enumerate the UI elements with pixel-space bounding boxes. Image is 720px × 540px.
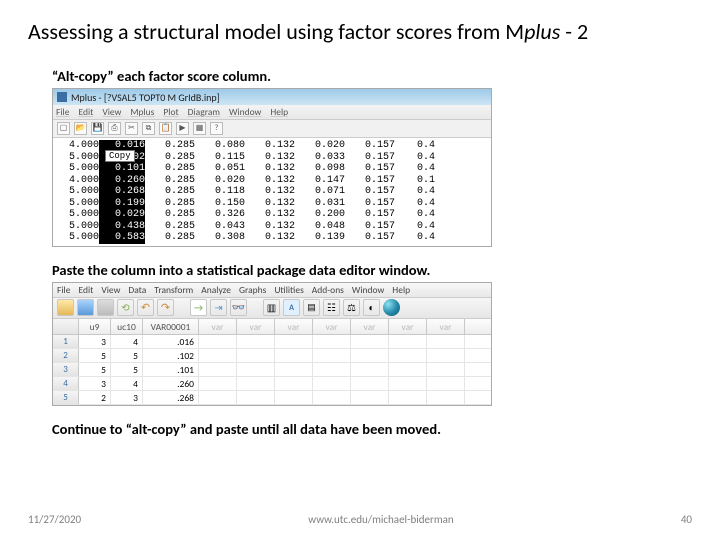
find-icon[interactable]: 👓 (230, 299, 247, 316)
slide-footer: 11/27/2020 www.utc.edu/michael-biderman … (0, 513, 720, 526)
save-icon[interactable] (77, 299, 94, 316)
undo-icon[interactable]: ↶ (137, 299, 154, 316)
spss-data-row[interactable]: 434.260 (53, 377, 491, 391)
paste-icon[interactable]: 📋 (159, 122, 172, 135)
mplus-menubar[interactable]: FileEdit ViewMplus PlotDiagram WindowHel… (53, 105, 491, 120)
new-icon[interactable]: ▢ (57, 122, 70, 135)
mplus-toolbar: ▢ 📂 💾 ⎙ ✂ ⧉ 📋 ▶ ▦ ? (53, 120, 491, 138)
save-icon[interactable]: 💾 (91, 122, 104, 135)
copy-icon[interactable]: ⧉ (142, 122, 155, 135)
print-icon[interactable]: ⎙ (108, 122, 121, 135)
spss-data-grid[interactable]: u9 uc10 VAR00001 var var var var var var… (53, 319, 491, 405)
value-labels-icon[interactable]: ▤ (303, 299, 320, 316)
spss-data-row[interactable]: 355.101 (53, 363, 491, 377)
recall-icon[interactable]: ⟲ (117, 299, 134, 316)
chart-icon[interactable]: ▦ (193, 122, 206, 135)
mplus-data-row[interactable]: 4.0000.2600.2850.0200.1320.1470.1570.1 (59, 175, 491, 187)
select-icon[interactable]: ◐ (363, 299, 380, 316)
run-icon[interactable]: ▶ (176, 122, 189, 135)
spss-data-row[interactable]: 523.268 (53, 391, 491, 405)
open-icon[interactable] (57, 299, 74, 316)
cut-icon[interactable]: ✂ (125, 122, 138, 135)
footer-page: 40 (681, 513, 692, 526)
spss-header-row: u9 uc10 VAR00001 var var var var var var… (53, 319, 491, 335)
mplus-data-row[interactable]: 5.0000.5830.2850.3080.1320.1390.1570.4 (59, 232, 491, 244)
footer-date: 11/27/2020 (28, 513, 81, 526)
slide-title: Assessing a structural model using facto… (28, 18, 692, 45)
spss-menubar[interactable]: FileEdit ViewData TransformAnalyze Graph… (53, 283, 491, 298)
split-icon[interactable]: ☷ (323, 299, 340, 316)
help-icon[interactable]: ? (210, 122, 223, 135)
goto-case-icon[interactable] (190, 299, 207, 316)
open-icon[interactable]: 📂 (74, 122, 87, 135)
mplus-app-icon (57, 92, 67, 102)
mplus-data-row[interactable]: 5.0000.1010.2850.0510.1320.0980.1570.4 (59, 163, 491, 175)
spss-data-row[interactable]: 134.016 (53, 335, 491, 349)
spss-toolbar: ⟲ ↶ ↷ ⇥ 👓 ▥ A ▤ ☷ ⚖ ◐ (53, 298, 491, 319)
redo-icon[interactable]: ↷ (157, 299, 174, 316)
step2-text: Paste the column into a statistical pack… (52, 261, 692, 279)
insert-case-icon[interactable]: ▥ (263, 299, 280, 316)
print-icon[interactable] (97, 299, 114, 316)
mplus-data-row[interactable]: 5.0000.0290.2850.3260.1320.2000.1570.4 (59, 209, 491, 221)
variables-icon[interactable]: A (283, 299, 300, 316)
mplus-data-area[interactable]: Copy 4.0000.0160.2850.0800.1320.0200.157… (53, 138, 491, 246)
step3-text: Continue to “alt-copy” and paste until a… (52, 420, 692, 438)
spss-window: FileEdit ViewData TransformAnalyze Graph… (52, 282, 492, 406)
copy-tooltip: Copy (105, 150, 135, 162)
goto-var-icon[interactable]: ⇥ (210, 299, 227, 316)
mplus-titlebar: Mplus - [?VSAL5 TOPT0 M GrIdB.inp] (53, 89, 491, 105)
mplus-data-row[interactable]: 5.0000.1990.2850.1500.1320.0310.1570.4 (59, 198, 491, 210)
use-sets-icon[interactable] (383, 299, 400, 316)
spss-data-row[interactable]: 255.102 (53, 349, 491, 363)
mplus-window: Mplus - [?VSAL5 TOPT0 M GrIdB.inp] FileE… (52, 88, 492, 247)
weight-icon[interactable]: ⚖ (343, 299, 360, 316)
mplus-data-row[interactable]: 5.0000.4380.2850.0430.1320.0480.1570.4 (59, 221, 491, 233)
step1-text: “Alt-copy” each factor score column. (52, 67, 692, 85)
mplus-data-row[interactable]: 5.0000.2680.2850.1180.1320.0710.1570.4 (59, 186, 491, 198)
footer-url: www.utc.edu/michael-biderman (308, 513, 453, 526)
